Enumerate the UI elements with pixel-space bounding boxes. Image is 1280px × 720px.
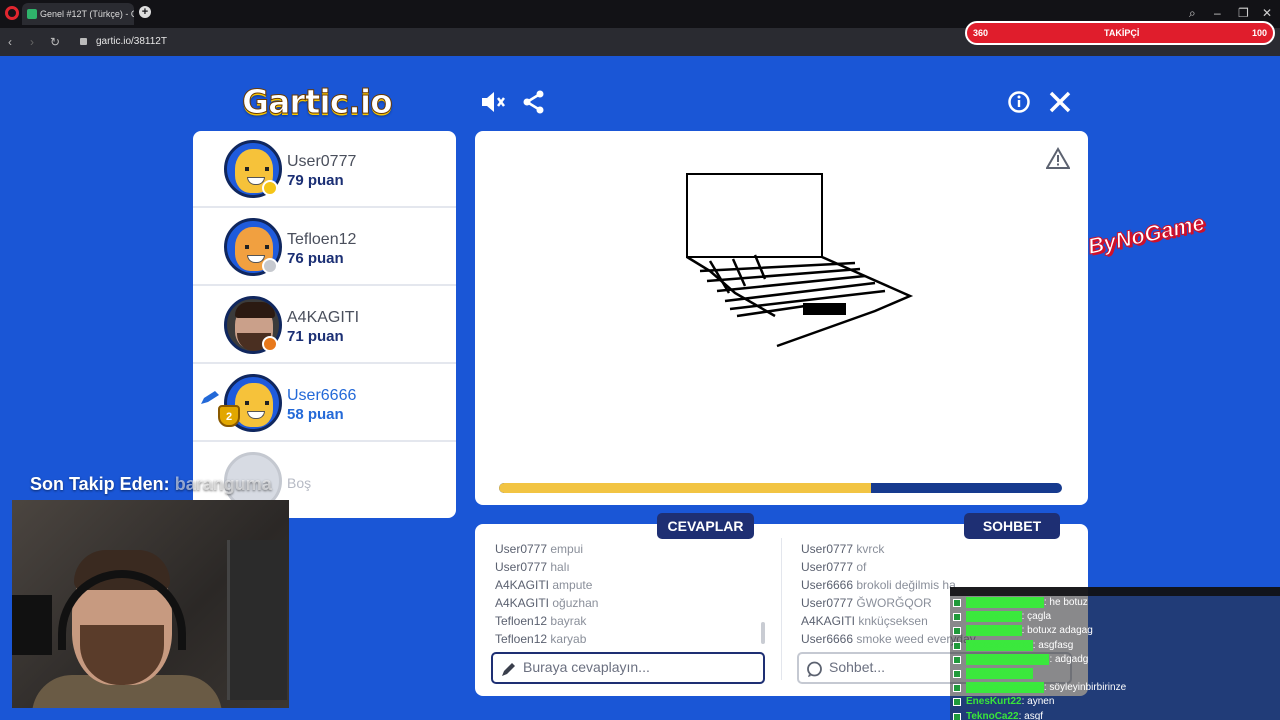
report-warning-icon[interactable] xyxy=(1046,147,1070,169)
gartic-favicon-icon xyxy=(27,9,37,19)
close-game-icon[interactable] xyxy=(1049,91,1071,113)
last-follower-name: baranguma xyxy=(174,474,272,494)
list-item: User0777 halı xyxy=(495,560,570,574)
list-item: A4KAGITI oğuzhan xyxy=(495,596,599,610)
stream-chat-overlay: xxxxxxxxxxxxxx: he botuz xxxxxxxxxx: çag… xyxy=(950,587,1280,720)
chat-bubble-icon xyxy=(807,661,822,677)
round-timer-fill xyxy=(499,483,871,493)
answers-scrollbar[interactable] xyxy=(761,622,765,644)
trophy-icon: 2 xyxy=(218,405,240,427)
list-item: xxxxxxxxxxxxxx: söyleyinbirbirinze xyxy=(950,681,1280,695)
tab-title: Genel #12T (Türkçe) - Gar xyxy=(40,9,134,19)
lock-icon xyxy=(80,38,87,45)
answer-input-box[interactable] xyxy=(491,652,765,684)
search-icon[interactable]: ⌕ xyxy=(1189,6,1196,21)
new-tab-button[interactable]: + xyxy=(139,6,151,18)
list-item: User0777 of xyxy=(801,560,867,574)
player-score: 71 puan xyxy=(287,328,344,345)
list-item: xxxxxxxxxxxxxx: he botuz xyxy=(950,596,1280,610)
browser-tab[interactable]: Genel #12T (Türkçe) - Gar xyxy=(22,3,134,25)
reload-icon[interactable]: ↻ xyxy=(50,35,60,49)
player-name: User6666 xyxy=(287,387,357,404)
webcam-overlay xyxy=(12,500,289,708)
list-item: A4KAGITI ampute xyxy=(495,578,593,592)
player-score: 79 puan xyxy=(287,172,344,189)
pencil-icon xyxy=(201,391,219,404)
player-list: User0777 79 puan Tefloen12 76 puan A4KAG… xyxy=(193,131,456,518)
list-item: Tefloen12 karyab xyxy=(495,632,587,646)
back-icon[interactable]: ‹ xyxy=(8,35,12,49)
list-item: User0777 empui xyxy=(495,542,584,556)
player-name: User0777 xyxy=(287,153,357,170)
answers-title: CEVAPLAR xyxy=(657,513,754,539)
answer-input[interactable] xyxy=(523,659,753,675)
player-row[interactable]: A4KAGITI 71 puan xyxy=(193,287,456,364)
gartic-logo: Gartic.io xyxy=(242,82,394,122)
forward-icon[interactable]: › xyxy=(30,35,34,49)
column-divider xyxy=(781,538,782,680)
chat-title: SOHBET xyxy=(964,513,1060,539)
drawing-laptop xyxy=(686,173,914,348)
list-item: xxxxxxxxxxxxxxx: adgadg xyxy=(950,653,1280,667)
empty-slot-label: Boş xyxy=(287,475,312,491)
follower-label: TAKİPÇİ xyxy=(1104,28,1140,38)
streamer-logo: ByNoGame xyxy=(1085,209,1207,260)
player-name: Tefloen12 xyxy=(287,231,357,248)
opera-logo-icon[interactable] xyxy=(5,6,19,20)
url-field[interactable]: gartic.io/38112T xyxy=(96,36,167,47)
last-follower-label: Son Takip Eden: baranguma xyxy=(30,474,272,494)
status-badge xyxy=(262,336,278,352)
follower-goal: 100 xyxy=(1251,28,1267,38)
list-item: EnesKurt22: aynen xyxy=(950,695,1280,709)
close-window-icon[interactable]: ✕ xyxy=(1262,6,1272,20)
list-item: User0777 kvrck xyxy=(801,542,885,556)
list-item: xxxxxxxxxx: botuxz adagag xyxy=(950,624,1280,638)
player-row[interactable]: User0777 79 puan xyxy=(193,131,456,208)
player-score: 76 puan xyxy=(287,250,344,267)
player-row[interactable]: 2 User6666 58 puan xyxy=(193,365,456,442)
list-item: Tefloen12 bayrak xyxy=(495,614,587,628)
follower-count: 360 xyxy=(973,28,989,38)
status-badge xyxy=(262,180,278,196)
sound-icon[interactable] xyxy=(480,90,506,114)
player-row[interactable]: Tefloen12 76 puan xyxy=(193,209,456,286)
share-icon[interactable] xyxy=(522,90,546,114)
status-badge xyxy=(262,258,278,274)
player-score: 58 puan xyxy=(287,406,344,423)
pencil-icon xyxy=(502,663,515,676)
list-item: xxxxxxxxxxxx xyxy=(950,667,1280,681)
info-icon[interactable] xyxy=(1008,91,1030,113)
maximize-icon[interactable]: ❐ xyxy=(1238,6,1249,20)
follower-goal-bar: 360 TAKİPÇİ 100 xyxy=(965,21,1275,45)
stream-chat-header xyxy=(950,587,1280,596)
drawing-canvas[interactable] xyxy=(475,131,1088,505)
round-timer-bar xyxy=(499,483,1062,493)
minimize-icon[interactable]: – xyxy=(1214,6,1221,20)
list-item: TeknoCa22: asgf xyxy=(950,710,1280,720)
list-item: xxxxxxxxxxxx: asgfasg xyxy=(950,639,1280,653)
list-item: xxxxxxxxxx: çagla xyxy=(950,610,1280,624)
player-name: A4KAGITI xyxy=(287,309,360,326)
answers-list: User0777 empui User0777 halı A4KAGITI am… xyxy=(495,540,757,648)
